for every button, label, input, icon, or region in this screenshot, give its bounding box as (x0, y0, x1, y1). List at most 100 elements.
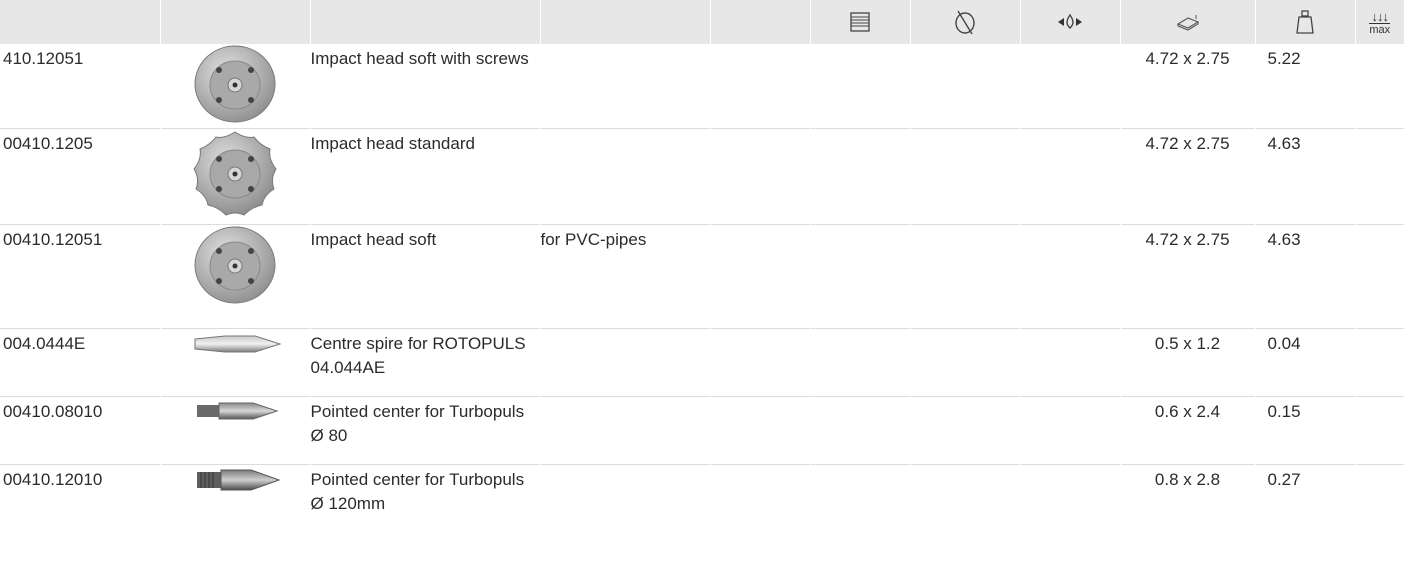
weight-value: 0.04 (1267, 333, 1301, 353)
empty-cell (1020, 44, 1121, 128)
impact-head-round-image (194, 45, 276, 123)
empty-cell (1020, 328, 1121, 396)
empty-cell (710, 224, 811, 328)
part-number: 00410.08010 (0, 396, 161, 464)
empty-cell (710, 328, 811, 396)
table-row: 00410.08010 Pointed center for Turbopuls… (0, 396, 1404, 464)
dimensions: 4.72 x 2.75 (1120, 44, 1256, 128)
empty-cell (1355, 224, 1404, 328)
note: for PVC-pipes (540, 224, 711, 328)
impact-head-star-image (193, 130, 277, 216)
pointed-center-large-image (197, 469, 281, 490)
empty-cell (810, 224, 911, 328)
product-image (160, 224, 311, 328)
empty-cell (910, 44, 1021, 128)
description: Impact head standard (310, 128, 541, 224)
description: Centre spire for ROTOPULS 04.044AE (310, 328, 541, 396)
product-image (160, 396, 311, 464)
weight-value: 4.63 (1267, 133, 1301, 153)
empty-cell (1355, 44, 1404, 128)
note (540, 328, 711, 396)
header-cell (1020, 0, 1121, 44)
weight: 0.27 (1255, 464, 1356, 584)
empty-cell (1020, 128, 1121, 224)
header-cell (310, 0, 541, 44)
header-cell (810, 0, 911, 44)
dimensions-icon (1174, 12, 1202, 32)
dimensions: 0.6 x 2.4 (1120, 396, 1256, 464)
impact-head-round-image (194, 226, 276, 303)
table-row: 00410.12010 Pointed center for Turbopuls… (0, 464, 1404, 584)
product-image (160, 128, 311, 224)
pointed-center-small-image (197, 402, 279, 419)
dimensions: 4.72 x 2.75 (1120, 128, 1256, 224)
weight: 0.04 (1255, 328, 1356, 396)
weight: 4.63 (1255, 224, 1356, 328)
header-cell (1255, 0, 1356, 44)
header-cell (540, 0, 711, 44)
empty-cell (810, 328, 911, 396)
note (540, 44, 711, 128)
dimensions: 0.5 x 1.2 (1120, 328, 1256, 396)
product-table: ↓↓↓ max 410.12051 Impact head soft with … (0, 0, 1404, 584)
table-row: 004.0444E Centre spire for ROTOPULS 04.0… (0, 328, 1404, 396)
down-arrows-icon: ↓↓↓ (1371, 9, 1389, 24)
product-image (160, 44, 311, 128)
empty-cell (710, 128, 811, 224)
empty-cell (810, 128, 911, 224)
empty-cell (1020, 224, 1121, 328)
header-cell (710, 0, 811, 44)
part-number: 410.12051 (0, 44, 161, 128)
empty-cell (910, 224, 1021, 328)
description: Pointed center for Turbopuls Ø 80 (310, 396, 541, 464)
empty-cell (1355, 396, 1404, 464)
header-cell (1120, 0, 1256, 44)
header-cell (160, 0, 311, 44)
diameter-icon (953, 9, 977, 35)
table-body: 410.12051 Impact head soft with screws 4… (0, 44, 1404, 584)
header-cell: ↓↓↓ max (1355, 0, 1404, 44)
empty-cell (1020, 464, 1121, 584)
weight: 4.63 (1255, 128, 1356, 224)
part-number: 00410.12051 (0, 224, 161, 328)
empty-cell (910, 328, 1021, 396)
empty-cell (1355, 328, 1404, 396)
table-row: 00410.12051 Impact head soft for PVC-pip… (0, 224, 1404, 328)
note (540, 128, 711, 224)
description: Pointed center for Turbopuls Ø 120mm (310, 464, 541, 584)
weight-value: 4.63 (1267, 229, 1301, 249)
max-load-icon: ↓↓↓ max (1369, 9, 1391, 36)
product-image (160, 464, 311, 584)
empty-cell (1355, 464, 1404, 584)
description: Impact head soft with screws (310, 44, 541, 128)
empty-cell (710, 396, 811, 464)
empty-cell (810, 396, 911, 464)
empty-cell (710, 464, 811, 584)
empty-cell (910, 396, 1021, 464)
max-label: max (1369, 23, 1391, 36)
coil-length-icon (849, 11, 871, 33)
part-number: 004.0444E (0, 328, 161, 396)
empty-cell (710, 44, 811, 128)
empty-cell (1020, 396, 1121, 464)
description: Impact head soft (310, 224, 541, 328)
table-row: 00410.1205 Impact head standard 4.72 x 2… (0, 128, 1404, 224)
table-row: 410.12051 Impact head soft with screws 4… (0, 44, 1404, 128)
weight-value: 0.27 (1267, 469, 1301, 489)
note (540, 464, 711, 584)
weight: 0.15 (1255, 396, 1356, 464)
empty-cell (1355, 128, 1404, 224)
weight-value: 0.15 (1267, 401, 1301, 421)
weight-value: 5.22 (1267, 49, 1301, 68)
centre-spire-image (194, 335, 282, 352)
table-header: ↓↓↓ max (0, 0, 1404, 44)
part-number: 00410.1205 (0, 128, 161, 224)
flow-direction-icon (1056, 12, 1084, 32)
product-image (160, 328, 311, 396)
empty-cell (910, 464, 1021, 584)
empty-cell (810, 464, 911, 584)
empty-cell (910, 128, 1021, 224)
weight: 5.22 (1255, 44, 1356, 128)
dimensions: 0.8 x 2.8 (1120, 464, 1256, 584)
dimensions: 4.72 x 2.75 (1120, 224, 1256, 328)
